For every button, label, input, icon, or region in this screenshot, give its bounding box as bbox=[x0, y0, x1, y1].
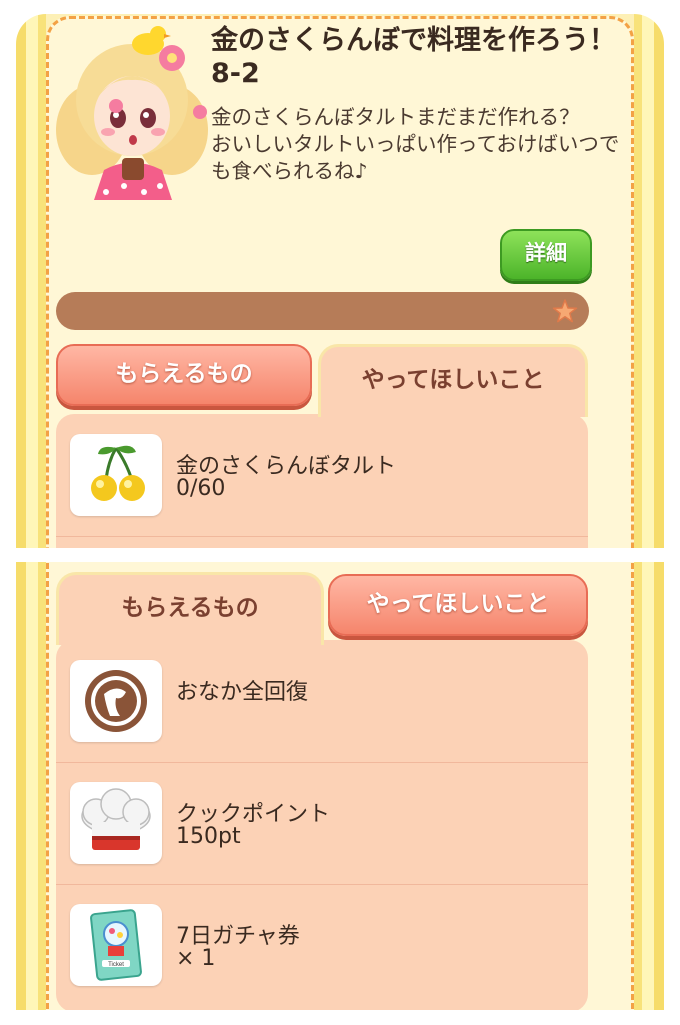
bottom-tabs-area: おなか全回復 クックポイント 150pt Ticket 7日ガチャ券 × 1 も… bbox=[56, 572, 588, 1010]
tab-tasks[interactable]: やってほしいこと bbox=[328, 574, 588, 636]
character-avatar bbox=[44, 20, 219, 205]
tab-rewards[interactable]: もらえるもの bbox=[56, 344, 312, 406]
reward-amount: 150pt bbox=[176, 824, 241, 849]
star-icon bbox=[551, 297, 579, 325]
reward-name: おなか全回復 bbox=[176, 680, 309, 705]
svg-text:Ticket: Ticket bbox=[108, 962, 124, 968]
stomach-recovery-icon bbox=[70, 660, 162, 742]
detail-button[interactable]: 詳細 bbox=[500, 229, 592, 281]
tab-tasks-active[interactable]: やってほしいこと bbox=[318, 344, 588, 417]
reward-amount: × 1 bbox=[176, 946, 216, 971]
quest-panel: 金のさくらんぼで料理を作ろう！8-2 金のさくらんぼタルトまだまだ作れる？ おい… bbox=[16, 14, 664, 548]
reward-row: クックポイント 150pt bbox=[56, 762, 588, 885]
top-tabs-area: 金のさくらんぼタルト 0/60 もらえるもの やってほしいこと bbox=[56, 344, 588, 548]
task-progress: 0/60 bbox=[176, 476, 226, 501]
tab-rewards-active[interactable]: もらえるもの bbox=[56, 572, 324, 645]
reward-row: おなか全回復 bbox=[56, 640, 588, 763]
progress-bar bbox=[56, 292, 589, 330]
task-row: 金のさくらんぼタルト 0/60 bbox=[56, 414, 588, 537]
quest-description: 金のさくらんぼタルトまだまだ作れる？ おいしいタルトいっぱい作っておけばいつでも… bbox=[211, 105, 620, 183]
task-content: 金のさくらんぼタルト 0/60 bbox=[56, 414, 588, 548]
rewards-panel: おなか全回復 クックポイント 150pt Ticket 7日ガチャ券 × 1 も… bbox=[16, 562, 664, 1010]
chef-hat-icon bbox=[70, 782, 162, 864]
reward-row: Ticket 7日ガチャ券 × 1 bbox=[56, 884, 588, 1006]
quest-title: 金のさくらんぼで料理を作ろう！8-2 bbox=[211, 25, 616, 89]
gacha-ticket-icon: Ticket bbox=[70, 904, 162, 986]
rewards-content: おなか全回復 クックポイント 150pt Ticket 7日ガチャ券 × 1 bbox=[56, 640, 588, 1010]
golden-cherry-icon bbox=[70, 434, 162, 516]
